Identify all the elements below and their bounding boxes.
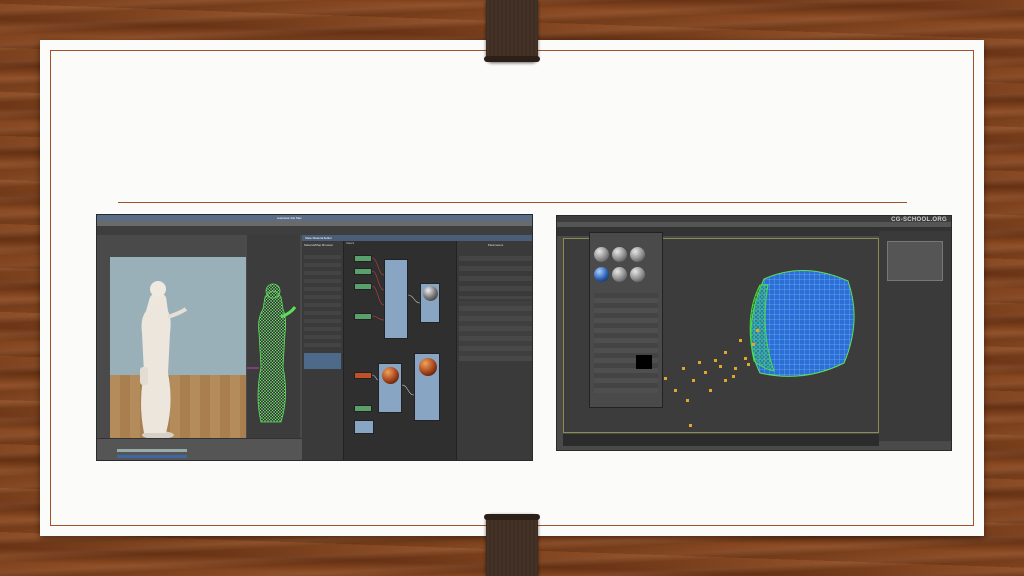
particle xyxy=(664,377,667,380)
output-node[interactable] xyxy=(420,283,440,323)
screenshot-particle-scene: CG-SCHOOL.ORG xyxy=(556,215,952,451)
parameter-editor[interactable]: Parameters xyxy=(456,241,532,460)
material-node[interactable] xyxy=(414,353,440,421)
particle xyxy=(689,424,692,427)
particle xyxy=(744,357,747,360)
preview-box xyxy=(887,241,943,281)
command-panel[interactable] xyxy=(879,231,951,441)
map-node[interactable] xyxy=(354,372,372,379)
material-node[interactable] xyxy=(378,363,402,413)
material-ball-icon[interactable] xyxy=(630,267,645,282)
progress-bar xyxy=(117,449,187,452)
particle xyxy=(674,389,677,392)
color-swatch[interactable] xyxy=(636,355,652,369)
map-node[interactable] xyxy=(354,283,372,290)
particle xyxy=(709,389,712,392)
material-sphere-icon xyxy=(382,367,399,384)
material-ball-icon[interactable] xyxy=(630,247,645,262)
map-node[interactable] xyxy=(354,268,372,275)
material-ball-icon[interactable] xyxy=(612,267,627,282)
material-ball-icon[interactable] xyxy=(612,247,627,262)
bottom-binder-clip xyxy=(484,514,540,576)
particle xyxy=(686,399,689,402)
material-sphere-icon xyxy=(419,358,437,376)
particle xyxy=(714,359,717,362)
particle xyxy=(752,343,755,346)
particle xyxy=(747,363,750,366)
material-map-browser[interactable]: Material/Map Browser xyxy=(302,241,344,460)
main-toolbar xyxy=(97,226,532,235)
top-binder-clip xyxy=(484,0,540,62)
material-parameters[interactable] xyxy=(594,293,658,393)
title-underline xyxy=(118,202,907,203)
statue-photo-icon xyxy=(110,257,246,447)
progress-bar xyxy=(117,455,187,458)
slate-material-editor[interactable]: Slate Material Editor Material/Map Brows… xyxy=(302,235,532,460)
particle xyxy=(719,365,722,368)
particle xyxy=(739,339,742,342)
particle xyxy=(734,367,737,370)
status-panel xyxy=(97,438,302,460)
map-node[interactable] xyxy=(354,420,374,434)
particle xyxy=(698,361,701,364)
material-ball-icon[interactable] xyxy=(594,267,609,282)
particle xyxy=(692,379,695,382)
particle xyxy=(682,367,685,370)
particle xyxy=(732,375,735,378)
particle xyxy=(704,371,707,374)
particle xyxy=(724,379,727,382)
particle xyxy=(724,351,727,354)
timeline-slider[interactable] xyxy=(563,434,879,446)
map-node[interactable] xyxy=(354,313,372,320)
map-node[interactable] xyxy=(354,255,372,262)
material-ball-icon[interactable] xyxy=(594,247,609,262)
view-tab[interactable]: View1 xyxy=(346,241,354,245)
material-node[interactable] xyxy=(384,259,408,339)
compact-material-editor[interactable] xyxy=(589,232,663,408)
map-node[interactable] xyxy=(354,405,372,412)
material-sphere-icon xyxy=(423,286,438,301)
viewport[interactable] xyxy=(247,235,300,450)
screenshot-slate-material-editor: Autodesk 3ds Max Slate Material Editor M… xyxy=(96,214,533,461)
particle xyxy=(756,329,759,332)
